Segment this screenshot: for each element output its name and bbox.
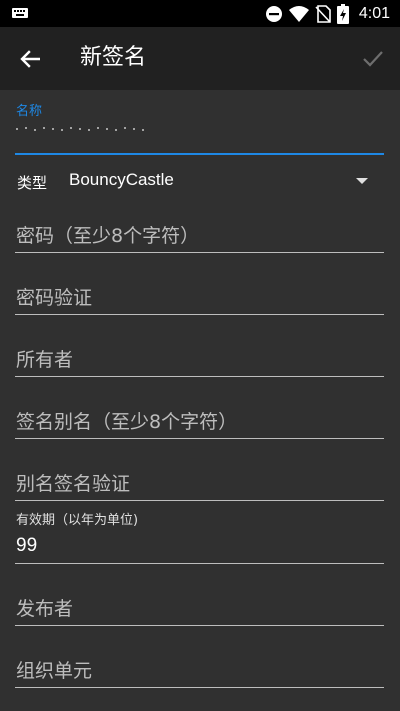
owner-field[interactable]: 所有者 — [15, 335, 384, 377]
name-label: 名称 — [16, 104, 43, 119]
name-input-value — [16, 127, 144, 131]
arrow-left-icon — [20, 50, 40, 68]
type-select[interactable]: 类型 BouncyCastle — [15, 165, 384, 199]
password-hint: 密码（至少8个字符） — [16, 225, 200, 247]
issuer-hint: 发布者 — [16, 598, 74, 620]
keyboard-icon — [12, 8, 28, 18]
password-confirm-hint: 密码验证 — [16, 287, 93, 309]
no-sim-icon — [315, 5, 331, 23]
org-unit-field[interactable]: 组织单元 — [15, 646, 384, 688]
password-field[interactable]: 密码（至少8个字符） — [15, 211, 384, 253]
org-unit-underline — [15, 687, 384, 688]
alias-confirm-hint: 别名签名验证 — [16, 473, 131, 495]
check-icon — [363, 51, 383, 67]
alias-confirm-underline — [15, 500, 384, 501]
validity-field[interactable]: 有效期（以年为单位) 99 — [15, 507, 384, 564]
app-toolbar: 新签名 — [0, 27, 400, 90]
alias-field[interactable]: 签名别名（至少8个字符） — [15, 397, 384, 439]
validity-value: 99 — [16, 535, 38, 556]
confirm-button[interactable] — [356, 42, 390, 76]
issuer-underline — [15, 625, 384, 626]
alias-hint: 签名别名（至少8个字符） — [16, 411, 238, 433]
owner-hint: 所有者 — [16, 349, 74, 371]
alias-confirm-field[interactable]: 别名签名验证 — [15, 459, 384, 501]
battery-charging-icon — [336, 4, 349, 24]
owner-underline — [15, 376, 384, 377]
status-bar: 4:01 — [0, 0, 400, 27]
name-field[interactable]: 名称 — [15, 96, 384, 155]
password-confirm-underline — [15, 314, 384, 315]
org-unit-hint: 组织单元 — [16, 660, 93, 682]
alias-underline — [15, 438, 384, 439]
do-not-disturb-icon — [265, 6, 282, 22]
dropdown-arrow-icon — [356, 178, 368, 184]
wifi-icon — [288, 6, 309, 22]
name-underline — [15, 153, 384, 155]
type-value: BouncyCastle — [69, 170, 174, 189]
type-label: 类型 — [17, 174, 48, 192]
status-time: 4:01 — [358, 5, 390, 22]
page-title: 新签名 — [80, 45, 147, 70]
password-underline — [15, 252, 384, 253]
validity-label: 有效期（以年为单位) — [16, 513, 139, 528]
validity-underline — [15, 563, 384, 564]
issuer-field[interactable]: 发布者 — [15, 584, 384, 626]
password-confirm-field[interactable]: 密码验证 — [15, 273, 384, 315]
back-button[interactable] — [14, 44, 46, 74]
